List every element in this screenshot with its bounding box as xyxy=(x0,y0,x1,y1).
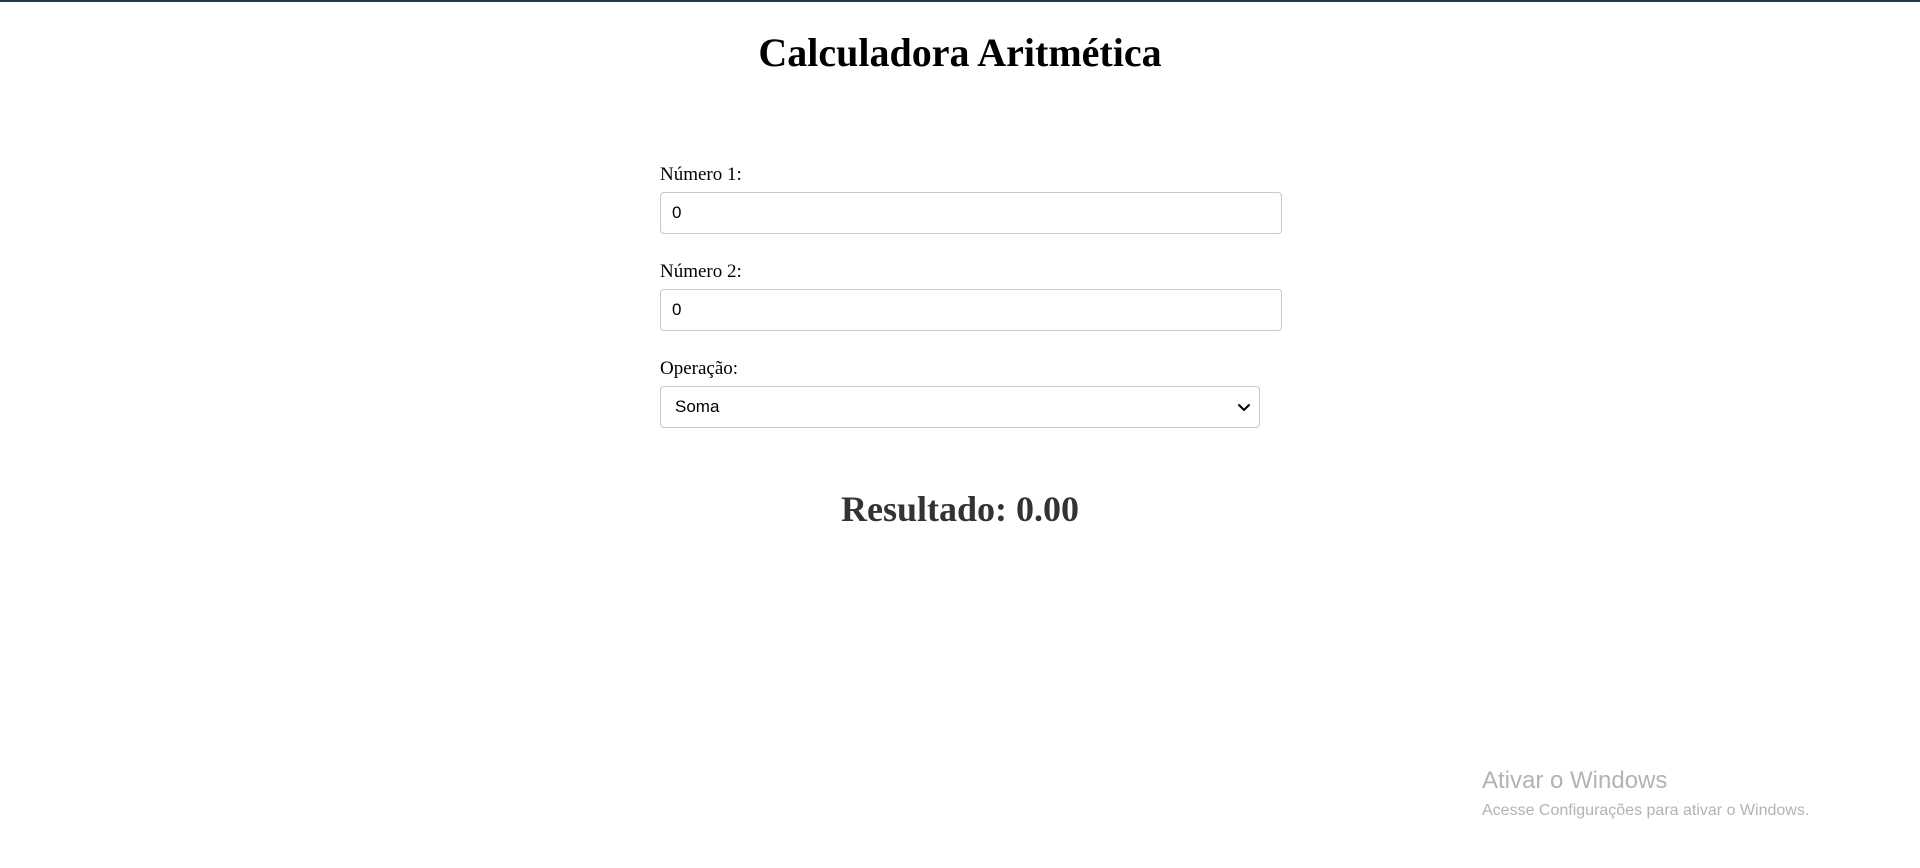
operation-label: Operação: xyxy=(660,358,739,379)
watermark-title: Ativar o Windows xyxy=(1482,767,1668,794)
watermark-subtitle: Acesse Configurações para ativar o Windo… xyxy=(1482,802,1810,819)
operation-select[interactable]: Soma xyxy=(660,386,1260,428)
number2-label: Número 2: xyxy=(660,261,742,282)
windows-activation-watermark: Ativar o Windows Acesse Configurações pa… xyxy=(1482,766,1809,822)
calculator-form: Número 1: Número 2: Operação: Soma xyxy=(660,164,1282,428)
number1-label: Número 1: xyxy=(660,164,742,185)
top-border xyxy=(0,0,1920,2)
result-text: Resultado: 0.00 xyxy=(840,489,1079,529)
number1-input[interactable] xyxy=(660,192,1282,234)
number2-input[interactable] xyxy=(660,289,1282,331)
operation-select-value[interactable]: Soma xyxy=(660,386,1260,428)
chevron-down-icon xyxy=(1238,404,1250,411)
page-title: Calculadora Aritmética xyxy=(758,30,1162,75)
